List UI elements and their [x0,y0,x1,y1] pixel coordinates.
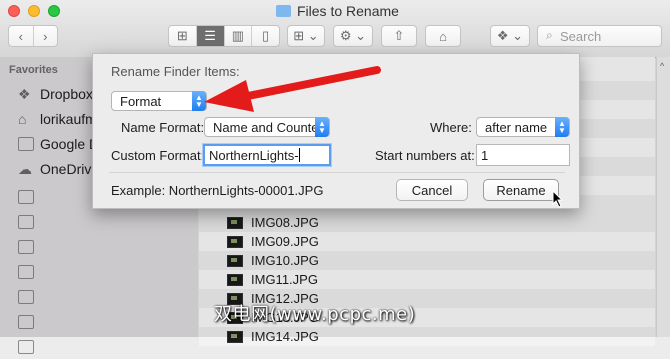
start-numbers-label: Start numbers at: [375,148,475,163]
share-icon: ⇧ [393,28,405,43]
name-format-value: Name and Counter [213,119,323,135]
divider [109,172,565,173]
minimize-window-button[interactable] [28,5,40,17]
custom-format-value: NorthernLights- [209,147,299,163]
forward-button[interactable]: › [32,26,58,46]
sidebar-item[interactable] [0,335,198,359]
back-button[interactable]: ‹ [9,26,33,46]
mouse-pointer-icon [552,190,564,208]
folder-icon [18,340,34,354]
gear-icon: ⚙ ⌄ [339,28,367,43]
rename-mode-select[interactable]: Format ▲ ▼ [111,91,207,111]
where-value: after name [485,119,548,135]
cancel-button[interactable]: Cancel [396,179,468,201]
window-titlebar: Files to Rename ‹ › ⊞ ☰ ▥ ▯ ⊞ ⌄ ⚙ ⌄ ⇧ ⌂ … [0,0,670,58]
window-title-text: Files to Rename [297,3,399,19]
back-forward-control[interactable]: ‹ › [8,25,58,47]
custom-format-label: Custom Format: [111,148,205,163]
dropbox-toolbar-button[interactable]: ❖ ⌄ [490,25,530,47]
start-numbers-value: 1 [481,147,489,163]
name-format-label: Name Format: [121,120,205,135]
where-select[interactable]: after name ▲ ▼ [476,117,570,137]
dropbox-icon: ❖ ⌄ [496,28,524,43]
watermark-text: 双电网(www.pcpc.me) [214,304,416,325]
window-title: Files to Rename [276,3,399,19]
zoom-window-button[interactable] [48,5,60,17]
example-text: Example: NorthernLights-00001.JPG [111,183,324,198]
where-label: Where: [430,120,472,135]
custom-format-input[interactable]: NorthernLights- [203,144,331,166]
icon-view-icon[interactable]: ⊞ [169,26,196,46]
chevron-updown-icon: ▲ ▼ [555,117,569,137]
search-placeholder: Search [560,28,602,44]
coverflow-view-icon[interactable]: ▯ [251,26,279,46]
action-button[interactable]: ⚙ ⌄ [333,25,373,47]
rename-button[interactable]: Rename [483,179,559,201]
share-button[interactable]: ⇧ [381,25,417,47]
start-numbers-input[interactable]: 1 [476,144,570,166]
column-view-icon[interactable]: ▥ [223,26,252,46]
close-window-button[interactable] [8,5,20,17]
text-cursor [298,148,300,162]
arrange-icon: ⊞ ⌄ [293,28,319,43]
search-icon: ⌕ [546,28,553,42]
name-format-select[interactable]: Name and Counter ▲ ▼ [204,117,330,137]
tags-button[interactable]: ⌂ [425,25,461,47]
chevron-updown-icon: ▲ ▼ [315,117,329,137]
arrange-button[interactable]: ⊞ ⌄ [287,25,325,47]
rename-mode-value: Format [120,93,162,109]
list-view-icon[interactable]: ☰ [195,26,224,46]
search-field[interactable]: ⌕ Search [537,25,662,47]
view-mode-control[interactable]: ⊞ ☰ ▥ ▯ [168,25,280,47]
annotation-arrow [204,66,381,112]
tag-icon: ⌂ [439,28,447,44]
folder-icon [276,5,291,17]
